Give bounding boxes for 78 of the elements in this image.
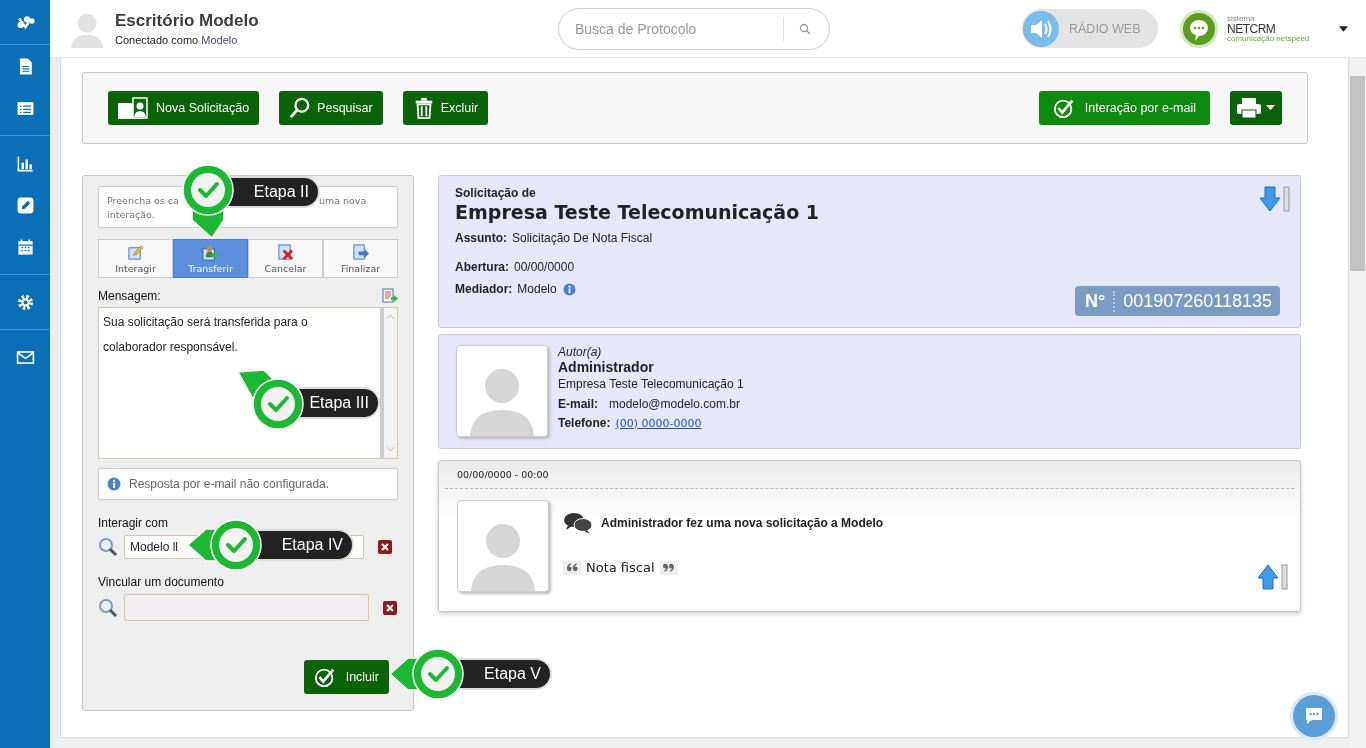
print-menu-button[interactable]	[1230, 91, 1282, 125]
number-sign: N°	[1074, 290, 1116, 312]
field-value: Modelo	[517, 282, 557, 296]
search-icon	[289, 97, 312, 119]
open-quote-icon	[563, 560, 581, 575]
document-label: Vincular um documento	[98, 575, 225, 589]
chat-launcher-button[interactable]	[1293, 695, 1335, 737]
hint-text: Preencha os ca	[107, 194, 179, 208]
calendar-icon[interactable]	[15, 237, 35, 257]
caret-icon[interactable]	[1339, 25, 1349, 32]
brand-tagline: comunicação netspeed	[1227, 34, 1310, 43]
user-transfer-icon	[202, 243, 219, 261]
entry-timestamp: 00/00/0000 - 00:00	[445, 467, 1294, 489]
interact-label: Interagir com	[98, 516, 170, 530]
user-name: Modelo	[201, 34, 238, 46]
protocol-search-field[interactable]: Busca de Protocolo	[558, 7, 830, 50]
brand-caption: sistema	[1227, 14, 1256, 23]
include-button[interactable]: Incluir	[303, 660, 389, 694]
author-name: Administrador	[558, 359, 655, 375]
speech-logo-icon	[1179, 8, 1219, 49]
id-card-icon	[118, 96, 150, 120]
field-value: 00/00/0000	[514, 260, 575, 274]
author-company: Empresa Teste Telecomunicação 1	[558, 377, 744, 391]
author-role: Autor(a)	[558, 345, 603, 359]
action-tab[interactable]: Cancelar	[248, 239, 323, 278]
speech-bubbles-icon	[563, 512, 593, 534]
field-label: E-mail:	[558, 397, 598, 411]
action-tab[interactable]: Finalizar	[323, 239, 398, 278]
magnifier-icon[interactable]	[98, 537, 118, 557]
email-notice-text: Resposta por e-mail não configurada.	[129, 477, 330, 491]
field-label: Mediador:	[455, 282, 513, 296]
action-tab[interactable]: Interagir	[98, 239, 173, 278]
info-icon[interactable]	[562, 282, 576, 296]
up-arrow-icon[interactable]	[1258, 564, 1288, 590]
step-tooltip: Etapa V	[388, 646, 550, 702]
cancel-page-icon	[277, 243, 294, 261]
entry-note: Nota fiscal	[586, 560, 655, 575]
magnifier-icon[interactable]	[98, 597, 118, 618]
field-label: Assunto:	[455, 231, 507, 245]
brand-name: NETCRM	[1227, 22, 1277, 35]
delete-button[interactable]: Excluir	[402, 91, 489, 125]
email-interaction-button[interactable]: Interação por e-mail	[1038, 91, 1210, 125]
request-heading: Solicitação de	[455, 186, 537, 200]
field-label: Abertura:	[455, 260, 509, 274]
field-value: Solicitação De Nota Fiscal	[512, 231, 653, 245]
edit-icon[interactable]	[15, 195, 35, 215]
message-label: Mensagem:	[98, 289, 161, 303]
new-request-button[interactable]: Nova Solicitação	[108, 91, 260, 125]
company-name: Empresa Teste Telecomunicação 1	[455, 201, 820, 223]
pencil-page-icon	[127, 243, 144, 261]
hint-text: interação.	[107, 208, 156, 222]
down-arrow-icon[interactable]	[1260, 186, 1290, 212]
page-arrow-icon	[352, 243, 369, 261]
phone-link[interactable]: (00) 0000-0000	[615, 416, 702, 430]
email-address: modelo@modelo.com.br	[609, 397, 740, 411]
step-tooltip: Etapa II	[178, 162, 318, 242]
template-icon[interactable]	[382, 288, 398, 304]
search-icon[interactable]	[799, 22, 811, 35]
clear-icon[interactable]	[378, 540, 392, 554]
speaker-icon	[1023, 10, 1059, 47]
search-button[interactable]: Pesquisar	[279, 91, 383, 125]
bar-chart-icon[interactable]	[15, 153, 35, 173]
clear-icon[interactable]	[383, 600, 397, 615]
protocol-number: 001907260118135	[1122, 290, 1273, 312]
step-tooltip: Etapa IV	[186, 517, 352, 573]
field-label: Telefone:	[558, 416, 611, 430]
printer-icon	[1236, 97, 1276, 119]
hint-text: uma nova	[318, 194, 367, 208]
check-icon	[313, 666, 336, 688]
document-field[interactable]	[124, 594, 369, 621]
check-icon	[1052, 97, 1075, 119]
info-icon	[107, 477, 121, 491]
step-tooltip: Etapa III	[236, 366, 378, 434]
office-title: Escritório Modelo	[115, 11, 260, 31]
settings-icon[interactable]	[15, 292, 35, 312]
entry-message: Administrador fez uma nova solicitação a Modelo	[601, 516, 884, 530]
connection-label: Conectado como	[115, 34, 199, 46]
close-quote-icon	[659, 560, 678, 575]
